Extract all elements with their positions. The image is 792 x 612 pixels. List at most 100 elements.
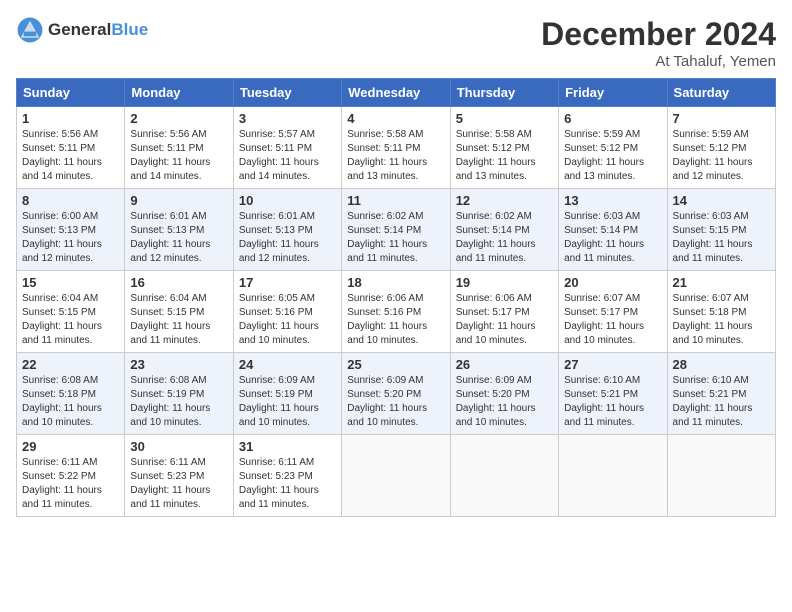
weekday-header-cell: Monday — [125, 79, 233, 107]
day-info: Sunrise: 5:56 AM Sunset: 5:11 PM Dayligh… — [22, 128, 119, 184]
location-title: At Tahaluf, Yemen — [541, 53, 776, 70]
day-number: 21 — [673, 275, 770, 290]
day-info: Sunrise: 5:58 AM Sunset: 5:12 PM Dayligh… — [456, 128, 553, 184]
day-number: 24 — [239, 357, 336, 372]
calendar-day-cell: 13 Sunrise: 6:03 AM Sunset: 5:14 PM Dayli… — [559, 189, 667, 271]
calendar-day-cell: 11 Sunrise: 6:02 AM Sunset: 5:14 PM Dayli… — [342, 189, 450, 271]
day-number: 16 — [130, 275, 227, 290]
day-number: 19 — [456, 275, 553, 290]
day-info: Sunrise: 6:06 AM Sunset: 5:16 PM Dayligh… — [347, 292, 444, 348]
logo: General Blue — [16, 16, 148, 44]
day-number: 27 — [564, 357, 661, 372]
day-info: Sunrise: 6:05 AM Sunset: 5:16 PM Dayligh… — [239, 292, 336, 348]
logo-blue: Blue — [111, 20, 148, 40]
day-info: Sunrise: 6:10 AM Sunset: 5:21 PM Dayligh… — [564, 374, 661, 430]
calendar-day-cell — [342, 435, 450, 517]
weekday-header-cell: Thursday — [450, 79, 558, 107]
day-info: Sunrise: 6:08 AM Sunset: 5:18 PM Dayligh… — [22, 374, 119, 430]
day-number: 13 — [564, 193, 661, 208]
calendar-day-cell: 31 Sunrise: 6:11 AM Sunset: 5:23 PM Dayli… — [233, 435, 341, 517]
calendar-day-cell: 22 Sunrise: 6:08 AM Sunset: 5:18 PM Dayli… — [17, 353, 125, 435]
day-number: 9 — [130, 193, 227, 208]
day-info: Sunrise: 6:07 AM Sunset: 5:18 PM Dayligh… — [673, 292, 770, 348]
calendar-week-row: 22 Sunrise: 6:08 AM Sunset: 5:18 PM Dayli… — [17, 353, 776, 435]
calendar-day-cell: 29 Sunrise: 6:11 AM Sunset: 5:22 PM Dayli… — [17, 435, 125, 517]
day-number: 23 — [130, 357, 227, 372]
weekday-header-cell: Friday — [559, 79, 667, 107]
day-number: 10 — [239, 193, 336, 208]
day-number: 5 — [456, 111, 553, 126]
calendar-day-cell: 5 Sunrise: 5:58 AM Sunset: 5:12 PM Daylig… — [450, 107, 558, 189]
day-info: Sunrise: 6:09 AM Sunset: 5:19 PM Dayligh… — [239, 374, 336, 430]
calendar-day-cell — [559, 435, 667, 517]
day-number: 4 — [347, 111, 444, 126]
calendar-day-cell: 20 Sunrise: 6:07 AM Sunset: 5:17 PM Dayli… — [559, 271, 667, 353]
day-info: Sunrise: 6:08 AM Sunset: 5:19 PM Dayligh… — [130, 374, 227, 430]
month-title: December 2024 — [541, 16, 776, 53]
day-info: Sunrise: 6:02 AM Sunset: 5:14 PM Dayligh… — [456, 210, 553, 266]
day-number: 29 — [22, 439, 119, 454]
logo-text: General Blue — [48, 20, 148, 40]
day-number: 11 — [347, 193, 444, 208]
logo-general: General — [48, 20, 111, 40]
calendar-week-row: 15Sunrise: 6:04 AM Sunset: 5:15 PM Dayli… — [17, 271, 776, 353]
day-info: Sunrise: 6:04 AM Sunset: 5:15 PM Dayligh… — [22, 292, 119, 348]
calendar-day-cell: 25Sunrise: 6:09 AM Sunset: 5:20 PM Dayli… — [342, 353, 450, 435]
calendar-week-row: 8Sunrise: 6:00 AM Sunset: 5:13 PM Daylig… — [17, 189, 776, 271]
day-info: Sunrise: 6:09 AM Sunset: 5:20 PM Dayligh… — [456, 374, 553, 430]
calendar-day-cell: 27 Sunrise: 6:10 AM Sunset: 5:21 PM Dayli… — [559, 353, 667, 435]
calendar-day-cell: 26 Sunrise: 6:09 AM Sunset: 5:20 PM Dayli… — [450, 353, 558, 435]
day-info: Sunrise: 6:02 AM Sunset: 5:14 PM Dayligh… — [347, 210, 444, 266]
calendar-day-cell: 10 Sunrise: 6:01 AM Sunset: 5:13 PM Dayli… — [233, 189, 341, 271]
day-info: Sunrise: 6:03 AM Sunset: 5:14 PM Dayligh… — [564, 210, 661, 266]
calendar-day-cell: 21 Sunrise: 6:07 AM Sunset: 5:18 PM Dayli… — [667, 271, 775, 353]
calendar-week-row: 29 Sunrise: 6:11 AM Sunset: 5:22 PM Dayli… — [17, 435, 776, 517]
weekday-header-row: SundayMondayTuesdayWednesdayThursdayFrid… — [17, 79, 776, 107]
weekday-header-cell: Wednesday — [342, 79, 450, 107]
calendar-day-cell: 9 Sunrise: 6:01 AM Sunset: 5:13 PM Daylig… — [125, 189, 233, 271]
calendar-day-cell: 18 Sunrise: 6:06 AM Sunset: 5:16 PM Dayli… — [342, 271, 450, 353]
day-number: 18 — [347, 275, 444, 290]
calendar-day-cell: 16Sunrise: 6:04 AM Sunset: 5:15 PM Dayli… — [125, 271, 233, 353]
calendar-day-cell: 3Sunrise: 5:57 AM Sunset: 5:11 PM Daylig… — [233, 107, 341, 189]
day-info: Sunrise: 5:59 AM Sunset: 5:12 PM Dayligh… — [673, 128, 770, 184]
day-number: 31 — [239, 439, 336, 454]
title-area: December 2024 At Tahaluf, Yemen — [541, 16, 776, 70]
day-number: 3 — [239, 111, 336, 126]
day-number: 30 — [130, 439, 227, 454]
calendar-day-cell: 12 Sunrise: 6:02 AM Sunset: 5:14 PM Dayli… — [450, 189, 558, 271]
calendar-day-cell — [450, 435, 558, 517]
day-number: 12 — [456, 193, 553, 208]
day-number: 26 — [456, 357, 553, 372]
calendar-day-cell: 15Sunrise: 6:04 AM Sunset: 5:15 PM Dayli… — [17, 271, 125, 353]
calendar-table: SundayMondayTuesdayWednesdayThursdayFrid… — [16, 78, 776, 517]
calendar-day-cell — [667, 435, 775, 517]
day-number: 20 — [564, 275, 661, 290]
calendar-day-cell: 30 Sunrise: 6:11 AM Sunset: 5:23 PM Dayli… — [125, 435, 233, 517]
day-number: 7 — [673, 111, 770, 126]
day-number: 25 — [347, 357, 444, 372]
calendar-day-cell: 8Sunrise: 6:00 AM Sunset: 5:13 PM Daylig… — [17, 189, 125, 271]
calendar-day-cell: 23 Sunrise: 6:08 AM Sunset: 5:19 PM Dayli… — [125, 353, 233, 435]
day-info: Sunrise: 6:01 AM Sunset: 5:13 PM Dayligh… — [130, 210, 227, 266]
day-number: 8 — [22, 193, 119, 208]
day-number: 22 — [22, 357, 119, 372]
day-info: Sunrise: 6:06 AM Sunset: 5:17 PM Dayligh… — [456, 292, 553, 348]
calendar-week-row: 1 Sunrise: 5:56 AM Sunset: 5:11 PM Daylig… — [17, 107, 776, 189]
day-number: 6 — [564, 111, 661, 126]
calendar-day-cell: 2Sunrise: 5:56 AM Sunset: 5:11 PM Daylig… — [125, 107, 233, 189]
day-info: Sunrise: 6:11 AM Sunset: 5:23 PM Dayligh… — [130, 456, 227, 512]
day-info: Sunrise: 6:11 AM Sunset: 5:22 PM Dayligh… — [22, 456, 119, 512]
day-info: Sunrise: 6:10 AM Sunset: 5:21 PM Dayligh… — [673, 374, 770, 430]
day-info: Sunrise: 6:07 AM Sunset: 5:17 PM Dayligh… — [564, 292, 661, 348]
calendar-day-cell: 1 Sunrise: 5:56 AM Sunset: 5:11 PM Daylig… — [17, 107, 125, 189]
calendar-body: 1 Sunrise: 5:56 AM Sunset: 5:11 PM Daylig… — [17, 107, 776, 517]
calendar-day-cell: 4Sunrise: 5:58 AM Sunset: 5:11 PM Daylig… — [342, 107, 450, 189]
day-number: 2 — [130, 111, 227, 126]
weekday-header-cell: Tuesday — [233, 79, 341, 107]
day-number: 1 — [22, 111, 119, 126]
calendar-day-cell: 17Sunrise: 6:05 AM Sunset: 5:16 PM Dayli… — [233, 271, 341, 353]
day-info: Sunrise: 6:01 AM Sunset: 5:13 PM Dayligh… — [239, 210, 336, 266]
day-info: Sunrise: 6:11 AM Sunset: 5:23 PM Dayligh… — [239, 456, 336, 512]
day-number: 14 — [673, 193, 770, 208]
